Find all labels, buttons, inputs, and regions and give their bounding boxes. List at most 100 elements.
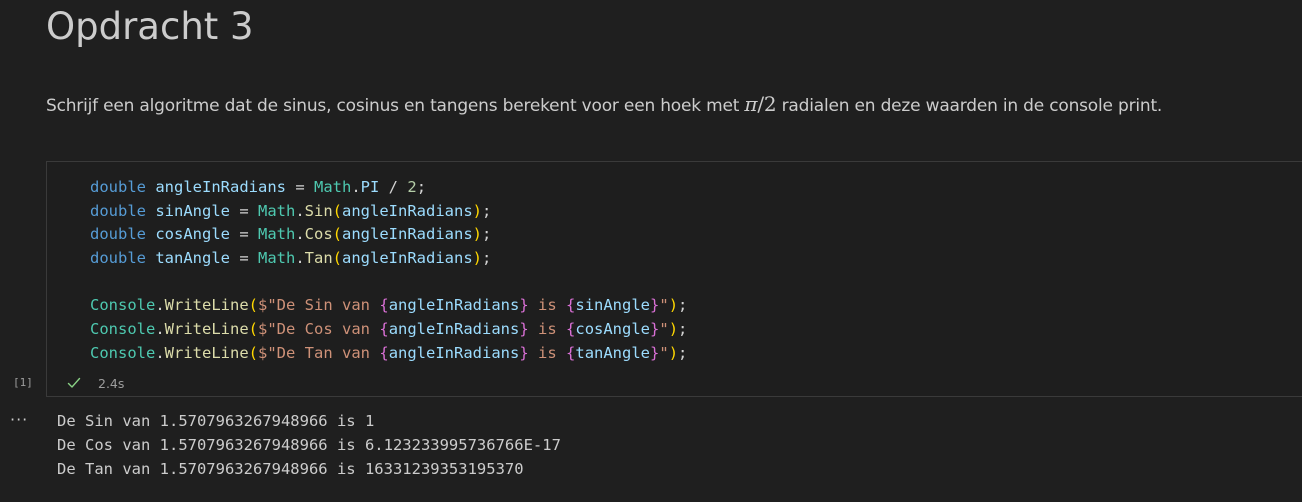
code-line-6: Console.WriteLine($"De Sin van {angleInR… xyxy=(90,294,687,318)
token-keyword: double xyxy=(90,178,146,196)
token-brace: } xyxy=(650,343,660,362)
token-string: $"De Tan van xyxy=(258,343,380,362)
token-class: Math xyxy=(258,249,296,268)
token-dot: . xyxy=(155,343,165,362)
cell-heading: Opdracht 3 xyxy=(46,5,254,48)
token-keyword: double xyxy=(90,225,146,244)
token-variable: angleInRadians xyxy=(342,249,473,268)
assignment-text-part: radialen en deze waarden in de console p… xyxy=(776,96,1163,116)
output-more-actions-button[interactable]: ··· xyxy=(10,410,28,429)
token-dot: . xyxy=(295,249,305,268)
token-brace: } xyxy=(650,320,660,339)
notebook-page: Opdracht 3 Schrijf een algoritme dat de … xyxy=(0,0,1302,502)
token-class: Math xyxy=(314,178,352,196)
token-string: " xyxy=(659,296,669,315)
token-operator: = xyxy=(230,225,258,244)
token-string: is xyxy=(528,343,567,362)
token-dot: . xyxy=(155,296,165,315)
token-variable: sinAngle xyxy=(155,201,230,220)
math-expression: π/2 xyxy=(744,92,776,116)
token-property: PI xyxy=(360,178,380,196)
output-line: De Cos van 1.5707963267948966 is 6.12323… xyxy=(57,436,561,454)
code-line-1: double angleInRadians = Math.PI / 2; xyxy=(90,176,687,200)
token-brace: { xyxy=(379,296,389,315)
token-brace: } xyxy=(519,320,529,339)
code-line-8: Console.WriteLine($"De Tan van {angleInR… xyxy=(90,342,687,366)
token-function: WriteLine xyxy=(164,320,249,339)
token-operator: = xyxy=(230,201,258,220)
token-semicolon: ; xyxy=(482,249,492,268)
token-operator: = xyxy=(286,178,314,196)
token-string: is xyxy=(528,320,567,339)
assignment-text-part: Schrijf een algoritme dat de sinus, cosi… xyxy=(46,96,745,116)
output-line: De Sin van 1.5707963267948966 is 1 xyxy=(57,412,375,430)
token-brace: { xyxy=(379,320,389,339)
token-paren: ) xyxy=(668,343,679,362)
token-variable: cosAngle xyxy=(155,225,230,244)
token-paren: ( xyxy=(248,296,259,315)
token-paren: ( xyxy=(248,320,259,339)
math-divisor: /2 xyxy=(757,92,777,116)
token-number: 2 xyxy=(407,178,417,196)
token-variable: angleInRadians xyxy=(388,320,520,339)
token-variable: tanAngle xyxy=(575,343,651,362)
token-brace: { xyxy=(379,343,389,362)
token-variable: angleInRadians xyxy=(342,201,473,220)
token-variable: cosAngle xyxy=(575,320,651,339)
token-function: Sin xyxy=(304,201,333,220)
token-string: $"De Cos van xyxy=(258,320,380,339)
token-brace: } xyxy=(519,296,529,315)
token-semicolon: ; xyxy=(416,178,427,196)
token-brace: { xyxy=(566,320,576,339)
code-line-2: double sinAngle = Math.Sin(angleInRadian… xyxy=(90,200,687,224)
token-paren: ) xyxy=(472,225,483,244)
token-string: $"De Sin van xyxy=(258,296,380,315)
code-cell[interactable]: double angleInRadians = Math.PI / 2; doub… xyxy=(46,161,1302,397)
token-semicolon: ; xyxy=(678,296,688,315)
token-variable: angleInRadians xyxy=(388,296,520,315)
token-string: " xyxy=(659,320,669,339)
execution-duration: 2.4s xyxy=(98,375,125,391)
token-dot: . xyxy=(351,178,361,196)
output-line: De Tan van 1.5707963267948966 is 1633123… xyxy=(57,460,524,478)
token-function: Cos xyxy=(304,225,333,244)
token-variable: tanAngle xyxy=(155,249,230,268)
token-class: Console xyxy=(90,296,156,315)
token-paren: ( xyxy=(332,201,343,220)
token-brace: } xyxy=(650,296,660,315)
token-string: " xyxy=(659,343,669,362)
token-class: Math xyxy=(258,225,296,244)
code-line-3: double cosAngle = Math.Cos(angleInRadian… xyxy=(90,223,687,247)
token-paren: ) xyxy=(668,296,679,315)
token-dot: . xyxy=(295,225,305,244)
token-paren: ( xyxy=(248,343,259,362)
math-pi: π xyxy=(744,92,758,116)
token-semicolon: ; xyxy=(482,201,492,220)
token-semicolon: ; xyxy=(678,320,688,339)
token-operator: = xyxy=(230,249,258,268)
cell-output: De Sin van 1.5707963267948966 is 1 De Cos… xyxy=(57,409,561,481)
code-line-7: Console.WriteLine($"De Cos van {angleInR… xyxy=(90,318,687,342)
token-paren: ( xyxy=(332,225,343,244)
token-variable: sinAngle xyxy=(575,296,651,315)
token-operator: / xyxy=(379,178,408,196)
execution-status: 2.4s xyxy=(66,374,124,392)
token-brace: { xyxy=(566,296,576,315)
assignment-text: Schrijf een algoritme dat de sinus, cosi… xyxy=(46,90,1162,120)
token-keyword: double xyxy=(90,201,146,220)
token-paren: ) xyxy=(472,249,483,268)
code-editor[interactable]: double angleInRadians = Math.PI / 2; doub… xyxy=(90,176,687,366)
code-line-4: double tanAngle = Math.Tan(angleInRadian… xyxy=(90,247,687,271)
token-dot: . xyxy=(295,201,305,220)
token-semicolon: ; xyxy=(482,225,492,244)
token-variable: angleInRadians xyxy=(388,343,520,362)
token-dot: . xyxy=(155,320,165,339)
execution-count: [1] xyxy=(13,376,33,389)
token-class: Console xyxy=(90,320,156,339)
token-function: WriteLine xyxy=(164,343,249,362)
token-semicolon: ; xyxy=(678,343,688,362)
check-icon xyxy=(66,375,82,391)
token-variable: angleInRadians xyxy=(342,225,473,244)
token-class: Math xyxy=(258,201,296,220)
